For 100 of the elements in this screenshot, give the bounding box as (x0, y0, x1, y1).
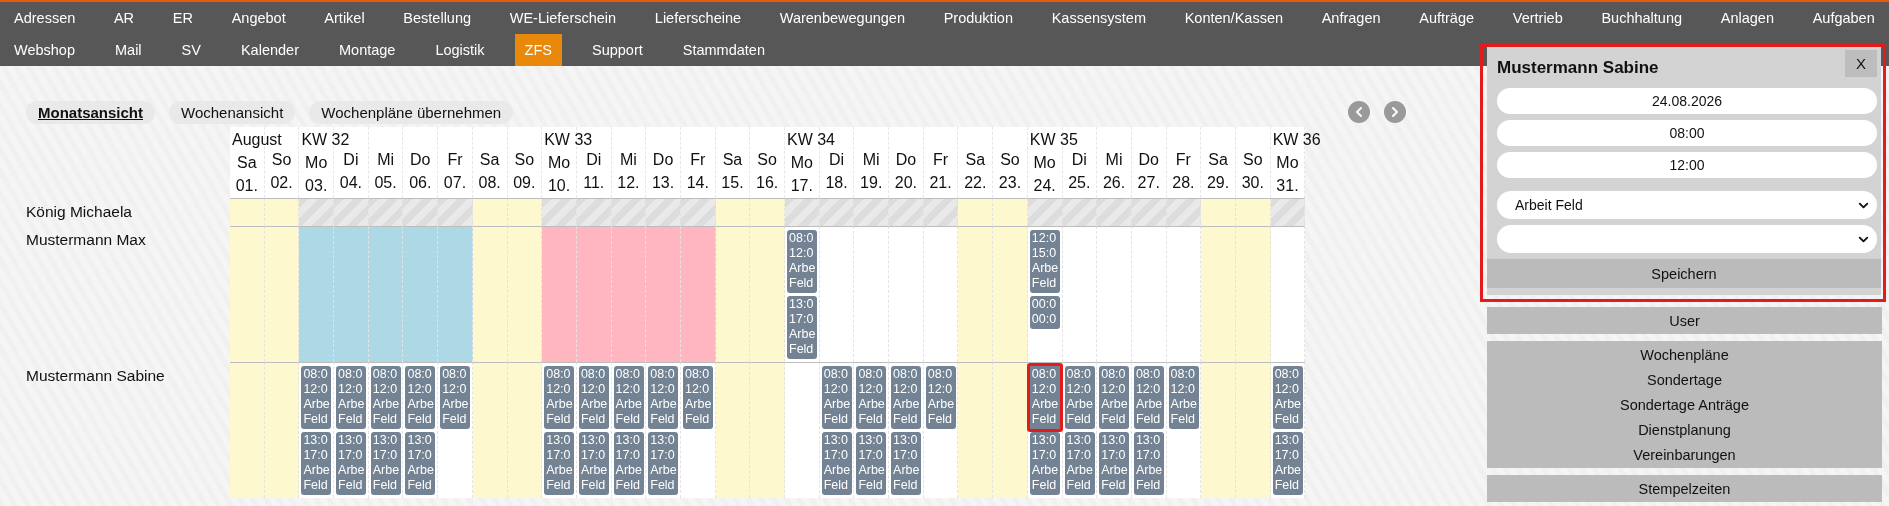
day-cell[interactable]: 08:0 12:0 Arbe Feld 13:0 17:0 Arbe Feld (611, 362, 647, 498)
view-tab[interactable]: Wochenansicht (169, 100, 296, 124)
day-cell[interactable] (438, 198, 473, 226)
menu-item[interactable]: Sondertage Anträge (1487, 392, 1882, 417)
shift-entry[interactable]: 13:0 17:0 Arbe Feld (1133, 432, 1164, 495)
shift-entry[interactable]: 13:0 17:0 Arbe Feld (578, 432, 609, 495)
nav-tab[interactable]: Support (582, 34, 653, 66)
nav-tab[interactable]: Kassensystem (1041, 2, 1156, 34)
day-cell[interactable]: 08:0 12:0 Arbe Feld 13:0 17:0 Arbe Feld (368, 362, 404, 498)
nav-tab[interactable]: Vertrieb (1502, 2, 1573, 34)
day-cell[interactable] (264, 362, 300, 498)
shift-entry[interactable]: 08:0 12:0 Arbe Feld (613, 366, 644, 429)
shift-entry[interactable]: 13:0 17:0 Arbe Feld (1064, 432, 1095, 495)
shift-entry[interactable]: 08:0 12:0 Arbe Feld (1168, 366, 1199, 429)
shift-entry[interactable]: 08:0 12:0 Arbe Feld (405, 366, 436, 429)
day-cell[interactable] (542, 226, 577, 362)
day-cell[interactable]: 08:0 12:0 Arbe Feld (923, 362, 959, 498)
shift-entry[interactable]: 08:0 12:0 Arbe Feld (787, 230, 817, 293)
shift-entry[interactable]: 13:0 17:0 Arbe Feld (301, 432, 332, 495)
shift-entry[interactable]: 08:0 12:0 Arbe Feld (682, 366, 713, 429)
day-cell[interactable]: 08:0 12:0 Arbe Feld 13:0 17:0 Arbe Feld (576, 362, 612, 498)
day-cell[interactable] (1235, 226, 1271, 362)
day-cell[interactable]: 08:0 12:0 Arbe Feld (680, 362, 716, 498)
day-cell[interactable] (889, 198, 924, 226)
input-field[interactable]: 12:00 (1497, 152, 1877, 178)
day-cell[interactable]: 08:0 12:0 Arbe Feld 13:0 17:0 Arbe Feld (785, 226, 820, 362)
shift-entry[interactable]: 13:0 17:0 Arbe Feld (370, 432, 401, 495)
nav-tab[interactable]: Aufträge (1409, 2, 1485, 34)
day-cell[interactable] (1131, 226, 1167, 362)
day-cell[interactable] (507, 198, 543, 226)
nav-tab[interactable]: ZFS (514, 34, 562, 66)
day-cell[interactable]: 08:0 12:0 Arbe Feld 13:0 17:0 Arbe Feld (334, 362, 369, 498)
save-button[interactable]: Speichern (1487, 259, 1881, 288)
shift-entry[interactable]: 13:0 17:0 Arbe Feld (821, 432, 852, 495)
day-cell[interactable] (1166, 226, 1202, 362)
day-cell[interactable] (993, 226, 1028, 362)
menu-item[interactable]: Stempelzeiten (1487, 476, 1882, 501)
day-cell[interactable] (993, 362, 1028, 498)
view-tab[interactable]: Wochenpläne übernehmen (309, 100, 514, 124)
day-cell[interactable] (1166, 198, 1202, 226)
shift-entry[interactable]: 12:0 15:0 Arbe Feld (1029, 230, 1060, 293)
day-cell[interactable] (507, 226, 543, 362)
day-cell[interactable] (1235, 198, 1271, 226)
shift-entry[interactable]: 13:0 17:0 Arbe Feld (405, 432, 436, 495)
shift-entry[interactable]: 08:0 12:0 Arbe Feld (301, 366, 332, 429)
day-cell[interactable]: 08:0 12:0 Arbe Feld 13:0 17:0 Arbe Feld (889, 362, 924, 498)
day-cell[interactable] (785, 362, 820, 498)
shift-entry[interactable]: 13:0 17:0 Arbe Feld (648, 432, 679, 495)
day-cell[interactable] (646, 226, 681, 362)
shift-entry[interactable]: 13:0 17:0 Arbe Feld (544, 432, 575, 495)
shift-entry[interactable]: 08:0 12:0 Arbe Feld (578, 366, 609, 429)
nav-tab[interactable]: Produktion (933, 2, 1023, 34)
day-cell[interactable] (611, 226, 647, 362)
nav-tab[interactable]: Mail (105, 34, 152, 66)
day-cell[interactable] (1235, 362, 1271, 498)
day-cell[interactable] (819, 226, 855, 362)
day-cell[interactable]: 08:0 12:0 Arbe Feld 13:0 17:0 Arbe Feld (542, 362, 577, 498)
day-cell[interactable] (680, 198, 716, 226)
nav-tab[interactable]: ER (162, 2, 203, 34)
day-cell[interactable] (334, 226, 369, 362)
shift-entry[interactable]: 13:0 17:0 Arbe Feld (1099, 432, 1130, 495)
day-cell[interactable] (1097, 226, 1132, 362)
nav-tab[interactable]: Webshop (4, 34, 85, 66)
shift-entry[interactable]: 13:0 17:0 Arbe Feld (1272, 432, 1303, 495)
day-cell[interactable] (264, 198, 300, 226)
day-cell[interactable] (1201, 362, 1236, 498)
day-cell[interactable] (785, 198, 820, 226)
shift-entry[interactable]: 08:0 12:0 Arbe Feld (440, 366, 471, 429)
day-cell[interactable] (750, 362, 785, 498)
next-button[interactable] (1384, 101, 1406, 123)
nav-tab[interactable]: Anlagen (1710, 2, 1784, 34)
shift-entry[interactable]: 08:0 12:0 Arbe Feld (648, 366, 679, 429)
shift-entry[interactable]: 08:0 12:0 Arbe Feld (856, 366, 887, 429)
shift-entry[interactable]: 08:0 12:0 Arbe Feld (1133, 366, 1164, 429)
select-field[interactable]: Arbeit Feld (1497, 191, 1877, 219)
day-cell[interactable] (923, 226, 959, 362)
nav-tab[interactable]: Konten/Kassen (1174, 2, 1293, 34)
nav-tab[interactable]: Aufgaben (1802, 2, 1885, 34)
day-cell[interactable]: 08:0 12:0 Arbe Feld 13:0 17:0 Arbe Feld (299, 362, 335, 498)
day-cell[interactable] (472, 362, 508, 498)
shift-entry[interactable]: 08:0 12:0 Arbe Feld (1026, 363, 1063, 432)
shift-entry[interactable]: 08:0 12:0 Arbe Feld (821, 366, 852, 429)
day-cell[interactable]: 08:0 12:0 Arbe Feld 13:0 17:0 Arbe Feld (1062, 362, 1098, 498)
nav-tab[interactable]: Bestellung (393, 2, 482, 34)
nav-tab[interactable]: Logistik (425, 34, 495, 66)
day-cell[interactable] (715, 198, 751, 226)
day-cell[interactable] (1027, 198, 1063, 226)
day-cell[interactable]: 08:0 12:0 Arbe Feld 13:0 17:0 Arbe Feld (854, 362, 890, 498)
shift-entry[interactable]: 08:0 12:0 Arbe Feld (925, 366, 956, 429)
nav-tab[interactable]: Stammdaten (672, 34, 775, 66)
day-cell[interactable] (993, 198, 1028, 226)
day-cell[interactable]: 08:0 12:0 Arbe Feld 13:0 17:0 Arbe Feld (1270, 362, 1306, 498)
day-cell[interactable] (1270, 226, 1306, 362)
day-cell[interactable]: 08:0 12:0 Arbe Feld (438, 362, 473, 498)
nav-tab[interactable]: Warenbewegungen (769, 2, 915, 34)
day-cell[interactable]: 08:0 12:0 Arbe Feld 13:0 17:0 Arbe Feld (1131, 362, 1167, 498)
menu-item[interactable]: Wochenpläne (1487, 342, 1882, 367)
nav-tab[interactable]: Artikel (314, 2, 375, 34)
day-cell[interactable] (403, 198, 439, 226)
shift-entry[interactable]: 08:0 12:0 Arbe Feld (891, 366, 922, 429)
